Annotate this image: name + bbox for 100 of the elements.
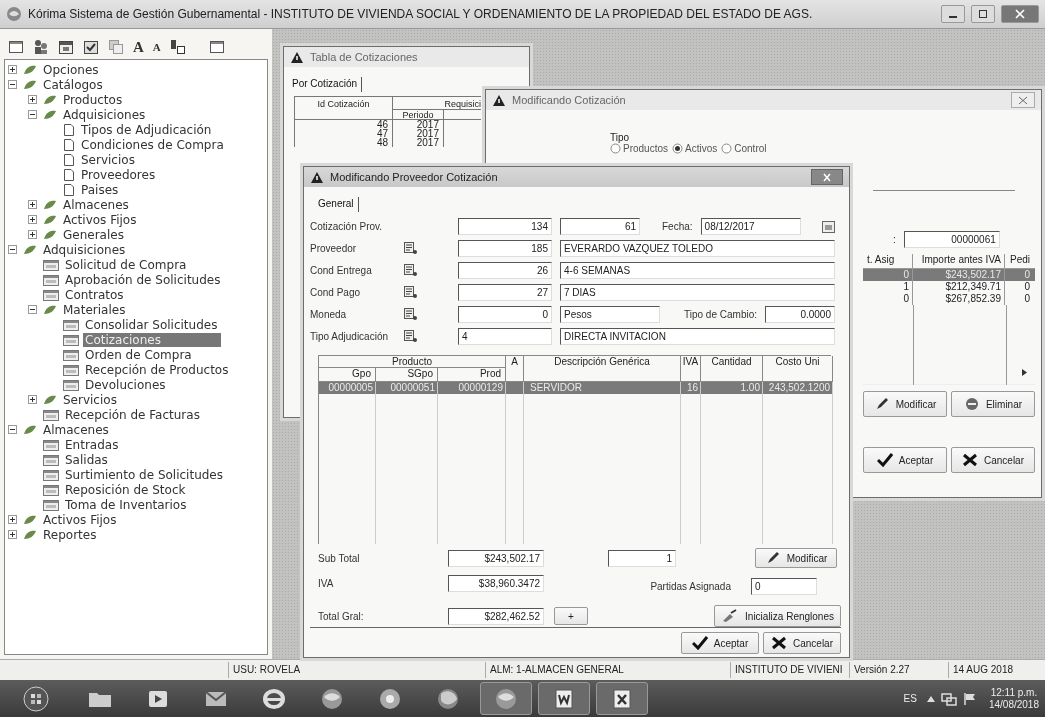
caret-icon[interactable]: [926, 695, 935, 702]
tree-item[interactable]: Almacenes: [41, 422, 111, 437]
rename-icon[interactable]: [169, 39, 186, 55]
tab[interactable]: Por Cotización: [292, 77, 363, 92]
expand-icon[interactable]: [27, 395, 37, 404]
input-field[interactable]: 0: [458, 306, 552, 323]
tree-item[interactable]: Activos Fijos: [61, 212, 139, 227]
input-field[interactable]: 27: [458, 284, 552, 301]
tree-item[interactable]: Condiciones de Compra: [79, 137, 226, 152]
tree-item[interactable]: Solicitud de Compra: [63, 257, 189, 272]
taskbar-app[interactable]: [538, 682, 590, 715]
tree-item[interactable]: Recepción de Facturas: [63, 407, 202, 422]
modify-button[interactable]: Modificar: [755, 548, 837, 568]
scroll-arrow-icon[interactable]: [1022, 369, 1027, 376]
input-field[interactable]: DIRECTA INVITACION: [560, 328, 835, 345]
font-smaller-button[interactable]: A: [152, 41, 161, 53]
maximize-button[interactable]: [971, 5, 995, 23]
tree-item[interactable]: Salidas: [63, 452, 110, 467]
clock[interactable]: 12:11 p.m. 14/08/2018: [988, 686, 1039, 711]
tree-item[interactable]: Activos Fijos: [41, 512, 119, 527]
cancel-button[interactable]: Cancelar: [763, 632, 841, 654]
expand-icon[interactable]: [7, 515, 17, 524]
tree-item[interactable]: Entradas: [63, 437, 121, 452]
checklist-icon[interactable]: [83, 39, 99, 55]
tree-item[interactable]: Devoluciones: [83, 377, 168, 392]
lookup-icon[interactable]: [404, 286, 418, 299]
input-field[interactable]: 1: [608, 549, 676, 567]
tree-item[interactable]: Opciones: [41, 62, 101, 77]
lookup-icon[interactable]: [404, 308, 418, 321]
window-icon[interactable]: [8, 39, 24, 55]
tree-item[interactable]: Catálogos: [41, 77, 105, 92]
language-indicator[interactable]: ES: [903, 693, 917, 704]
lookup-icon[interactable]: [404, 330, 418, 343]
input-field[interactable]: 0: [751, 578, 817, 595]
expand-icon[interactable]: [27, 200, 37, 209]
table-row[interactable]: 0 $243,502.17 0: [863, 269, 1035, 281]
flag-icon[interactable]: [962, 691, 977, 706]
tree-item[interactable]: Cotizaciones: [83, 332, 221, 347]
tree-item[interactable]: Consolidar Solicitudes: [83, 317, 220, 332]
input-field[interactable]: 185: [458, 240, 552, 257]
table-row[interactable]: 1 $212,349.71 0: [863, 281, 1035, 293]
add-button[interactable]: +: [554, 607, 588, 625]
tree-item[interactable]: Generales: [61, 227, 126, 242]
tree-item[interactable]: Reportes: [41, 527, 99, 542]
collapse-icon[interactable]: [7, 245, 17, 254]
input-field[interactable]: 61: [560, 218, 640, 235]
lookup-icon[interactable]: [404, 264, 418, 277]
radio-option[interactable]: Productos: [610, 143, 669, 154]
expand-icon[interactable]: [27, 230, 37, 239]
tree-item[interactable]: Recepción de Productos: [83, 362, 231, 377]
radio-option[interactable]: Control: [721, 143, 767, 154]
tree-item[interactable]: Productos: [61, 92, 125, 107]
table-row[interactable]: 00000005 00000051 00000129 SERVIDOR 16 1.00 243,502.1200: [319, 382, 833, 394]
close-button[interactable]: [1001, 5, 1039, 23]
tree-item[interactable]: Reposición de Stock: [63, 482, 188, 497]
tree-item[interactable]: Proveedores: [79, 167, 158, 182]
input-field[interactable]: Pesos: [560, 306, 660, 323]
expand-icon[interactable]: [7, 530, 17, 539]
tree-item[interactable]: Surtimiento de Solicitudes: [63, 467, 225, 482]
reset-rows-button[interactable]: Inicializa Renglones: [714, 605, 841, 627]
input-field[interactable]: 26: [458, 262, 552, 279]
radio-option[interactable]: Activos: [672, 143, 718, 154]
calendar-icon[interactable]: [822, 220, 835, 233]
collapse-icon[interactable]: [7, 425, 17, 434]
cancel-button[interactable]: Cancelar: [951, 447, 1035, 473]
input-field[interactable]: 7 DIAS: [560, 284, 835, 301]
window-icon[interactable]: [208, 39, 225, 55]
copy-icon[interactable]: [108, 39, 124, 55]
collapse-icon[interactable]: [27, 305, 37, 314]
expand-icon[interactable]: [27, 215, 37, 224]
input-field[interactable]: 4-6 SEMANAS: [560, 262, 835, 279]
tree-item[interactable]: Paises: [79, 182, 121, 197]
taskbar-app[interactable]: [480, 682, 532, 715]
collapse-icon[interactable]: [7, 80, 17, 89]
input-field[interactable]: 134: [458, 218, 552, 235]
table-row[interactable]: 0 $267,852.39 0: [863, 293, 1035, 305]
collapse-icon[interactable]: [27, 110, 37, 119]
lookup-icon[interactable]: [404, 242, 418, 255]
taskbar-app[interactable]: [596, 682, 648, 715]
expand-icon[interactable]: [7, 65, 17, 74]
tree-item[interactable]: Contratos: [63, 287, 126, 302]
network-icon[interactable]: [940, 691, 957, 706]
input-field[interactable]: 4: [458, 328, 552, 345]
close-button[interactable]: [811, 169, 843, 185]
calendar-icon[interactable]: [58, 39, 74, 55]
tree-item[interactable]: Almacenes: [61, 197, 131, 212]
input-field[interactable]: 0.0000: [765, 306, 835, 323]
modify-button[interactable]: Modificar: [863, 391, 947, 417]
date-field[interactable]: 08/12/2017: [700, 218, 801, 235]
input-field[interactable]: $282,462.52: [448, 607, 544, 625]
tree-item[interactable]: Orden de Compra: [83, 347, 194, 362]
close-button[interactable]: [1011, 92, 1035, 108]
input-field[interactable]: $38,960.3472: [448, 575, 544, 592]
delete-button[interactable]: Eliminar: [951, 391, 1035, 417]
tree-item[interactable]: Tipos de Adjudicación: [79, 122, 214, 137]
input-field[interactable]: EVERARDO VAZQUEZ TOLEDO: [560, 240, 835, 257]
expand-icon[interactable]: [27, 95, 37, 104]
tab[interactable]: General: [318, 197, 359, 212]
accept-button[interactable]: Aceptar: [681, 632, 759, 654]
tree-item[interactable]: Servicios: [61, 392, 119, 407]
